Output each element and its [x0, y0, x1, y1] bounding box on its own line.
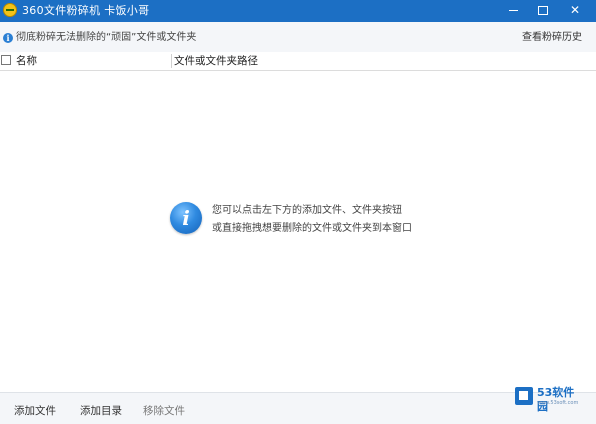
window-title: 360文件粉碎机 卡饭小哥	[22, 4, 150, 17]
empty-hint-line-2: 或直接拖拽想要删除的文件或文件夹到本窗口	[212, 223, 412, 234]
column-header-path[interactable]: 文件或文件夹路径	[174, 54, 258, 68]
info-bar: i 彻底粉碎无法删除的“顽固”文件或文件夹 查看粉碎历史	[0, 22, 596, 53]
info-circle-icon: i	[170, 202, 202, 234]
empty-hint-line-1: 您可以点击左下方的添加文件、文件夹按钮	[212, 205, 402, 216]
add-file-button[interactable]: 添加文件	[14, 404, 56, 418]
view-history-link[interactable]: 查看粉碎历史	[522, 31, 582, 45]
close-button[interactable]: ✕	[560, 0, 590, 22]
watermark-url: www.53soft.com	[537, 400, 579, 406]
title-bar: 360文件粉碎机 卡饭小哥 ✕	[0, 0, 596, 22]
maximize-icon	[538, 6, 548, 15]
select-all-checkbox[interactable]	[1, 55, 11, 65]
file-list-header: 名称 文件或文件夹路径	[0, 52, 596, 71]
footer-toolbar: 添加文件 添加目录 移除文件	[0, 392, 596, 424]
info-message: 彻底粉碎无法删除的“顽固”文件或文件夹	[16, 32, 197, 43]
column-header-name[interactable]: 名称	[16, 54, 37, 68]
maximize-button[interactable]	[528, 0, 558, 22]
add-directory-button[interactable]: 添加目录	[80, 404, 122, 418]
remove-file-button[interactable]: 移除文件	[143, 404, 185, 418]
info-icon: i	[3, 33, 13, 43]
watermark: 53软件园 www.53soft.com	[515, 385, 579, 413]
shredder-app-icon	[3, 3, 17, 17]
minimize-button[interactable]	[498, 0, 528, 22]
brand-logo-icon	[515, 387, 533, 405]
column-divider[interactable]	[171, 54, 172, 68]
minimize-icon	[508, 10, 518, 11]
